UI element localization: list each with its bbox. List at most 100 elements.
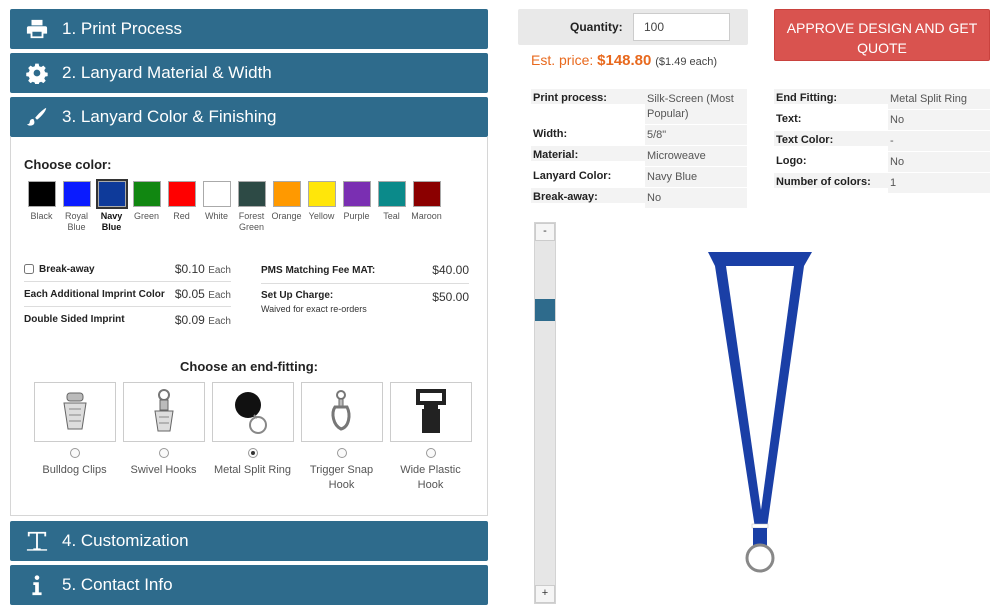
- spec-value: No: [888, 110, 990, 130]
- fitting-name-line1: Bulldog Clips: [42, 464, 107, 476]
- spec-value: No: [645, 188, 747, 208]
- zoom-in-button[interactable]: +: [535, 585, 555, 603]
- fitting-trigger-snap-hook[interactable]: Trigger Snap Hook: [297, 382, 386, 493]
- swatch-label: Red: [173, 211, 190, 221]
- fee-row-pms: PMS Matching Fee MAT: $40.00: [261, 257, 469, 284]
- spec-value: Navy Blue: [645, 167, 747, 187]
- spec-key: Material:: [531, 146, 645, 161]
- spec-row: Text Color: -: [774, 131, 990, 152]
- printer-icon: [26, 18, 48, 40]
- section-contact-info[interactable]: 5. Contact Info: [10, 565, 488, 605]
- swatch-label: Green: [133, 211, 159, 221]
- plastic-hook-icon: [389, 382, 472, 442]
- spec-row: Break-away: No: [531, 188, 747, 209]
- spec-value: No: [888, 152, 990, 172]
- approve-line2: QUOTE: [857, 40, 907, 56]
- fitting-radio[interactable]: [69, 448, 80, 458]
- fitting-radio[interactable]: [425, 448, 436, 458]
- section-customization[interactable]: 4. Customization: [10, 521, 488, 561]
- spec-key: Lanyard Color:: [533, 170, 612, 182]
- color-box: [272, 181, 301, 207]
- spec-value: 1: [888, 173, 990, 193]
- fee-unit: Each: [208, 315, 231, 327]
- approve-line1: APPROVE DESIGN AND GET: [786, 20, 978, 36]
- fee-label: Break-away: [39, 263, 95, 275]
- lanyard-end-tab: [753, 528, 767, 546]
- fee-value: $40.00: [432, 263, 469, 277]
- swatch-orange[interactable]: Orange: [269, 181, 304, 233]
- spec-row: End Fitting: Metal Split Ring: [774, 89, 990, 110]
- spec-key: Print process:: [531, 89, 645, 104]
- bulldog-clip-icon: [33, 382, 116, 442]
- breakaway-checkbox[interactable]: [24, 264, 34, 274]
- fitting-name-line1: Trigger Snap: [309, 464, 374, 476]
- color-box: [377, 181, 406, 207]
- swatch-yellow[interactable]: Yellow: [304, 181, 339, 233]
- spec-row: Text: No: [774, 110, 990, 131]
- swatch-green[interactable]: Green: [129, 181, 164, 233]
- swatch-maroon[interactable]: Maroon: [409, 181, 444, 233]
- split-ring-icon: [745, 543, 775, 573]
- swatch-forest-green[interactable]: Forest Green: [234, 181, 269, 233]
- fitting-name: Bulldog Clips: [30, 463, 119, 478]
- zoom-out-button[interactable]: -: [535, 223, 555, 241]
- quantity-label: Quantity:: [570, 20, 623, 34]
- swatch-royal-blue[interactable]: Royal Blue: [59, 181, 94, 233]
- fitting-name: Trigger Snap Hook: [297, 463, 386, 493]
- spec-value: Metal Split Ring: [888, 89, 990, 109]
- fitting-metal-split-ring[interactable]: Metal Split Ring: [208, 382, 297, 493]
- fitting-radio[interactable]: [247, 448, 258, 458]
- section-title: 1. Print Process: [62, 19, 182, 38]
- fitting-radio[interactable]: [336, 448, 347, 458]
- swatch-purple[interactable]: Purple: [339, 181, 374, 233]
- estimated-price: Est. price: $148.80 ($1.49 each): [531, 52, 717, 69]
- section-print-process[interactable]: 1. Print Process: [10, 9, 488, 49]
- fitting-bulldog-clips[interactable]: Bulldog Clips: [30, 382, 119, 493]
- fitting-swivel-hooks[interactable]: Swivel Hooks: [119, 382, 208, 493]
- spec-value: Silk-Screen (Most Popular): [645, 89, 747, 124]
- fee-row-additional-imprint: Each Additional Imprint Color $0.05 Each: [24, 282, 231, 307]
- spec-key: Break-away:: [531, 188, 645, 203]
- swatch-label: Maroon: [411, 211, 442, 221]
- option-fees: Break-away $0.10 Each Each Additional Im…: [24, 257, 231, 332]
- approve-design-button[interactable]: APPROVE DESIGN AND GET QUOTE: [774, 9, 990, 61]
- swatch-navy-blue[interactable]: Navy Blue: [94, 179, 129, 233]
- split-ring-icon: [211, 382, 294, 442]
- swatch-teal[interactable]: Teal: [374, 181, 409, 233]
- choose-color-label: Choose color:: [24, 157, 112, 172]
- fee-label: Double Sided Imprint: [24, 314, 125, 325]
- setup-fees: PMS Matching Fee MAT: $40.00 Set Up Char…: [261, 257, 469, 324]
- fitting-radio[interactable]: [158, 448, 169, 458]
- spec-key: End Fitting:: [774, 89, 888, 104]
- fee-value: $0.10: [174, 262, 205, 276]
- swivel-hook-icon: [122, 382, 205, 442]
- spec-value: Microweave: [645, 146, 747, 166]
- fitting-name-line1: Metal Split Ring: [213, 464, 292, 476]
- section-title: 4. Customization: [62, 531, 189, 550]
- quantity-input[interactable]: [633, 13, 730, 41]
- fitting-name: Metal Split Ring: [208, 463, 297, 478]
- spec-value: -: [888, 131, 990, 151]
- section-lanyard-color[interactable]: 3. Lanyard Color & Finishing: [10, 97, 488, 137]
- zoom-slider[interactable]: - +: [534, 222, 556, 604]
- swatch-red[interactable]: Red: [164, 181, 199, 233]
- swatch-black[interactable]: Black: [24, 181, 59, 233]
- fee-row-setup: Set Up Charge: Waived for exact re-orders…: [261, 284, 469, 324]
- color-box: [95, 179, 128, 209]
- fitting-wide-plastic-hook[interactable]: Wide Plastic Hook: [386, 382, 475, 493]
- section-lanyard-material[interactable]: 2. Lanyard Material & Width: [10, 53, 488, 93]
- color-box: [202, 181, 231, 207]
- fitting-name-line1: Swivel Hooks: [130, 464, 197, 476]
- spec-row: Width: 5/8": [531, 125, 747, 146]
- swatch-label: Forest Green: [238, 211, 265, 232]
- zoom-slider-thumb[interactable]: [535, 299, 555, 321]
- swatch-white[interactable]: White: [199, 181, 234, 233]
- configurator-accordion: 1. Print Process 2. Lanyard Material & W…: [10, 9, 488, 608]
- spec-key: Logo:: [776, 155, 807, 167]
- breakaway-option: Break-away: [24, 264, 95, 275]
- info-icon: [26, 574, 48, 596]
- fee-label: Set Up Charge:: [261, 290, 334, 301]
- swatch-label: Yellow: [308, 211, 335, 221]
- color-box: [307, 181, 336, 207]
- gear-icon: [26, 62, 48, 84]
